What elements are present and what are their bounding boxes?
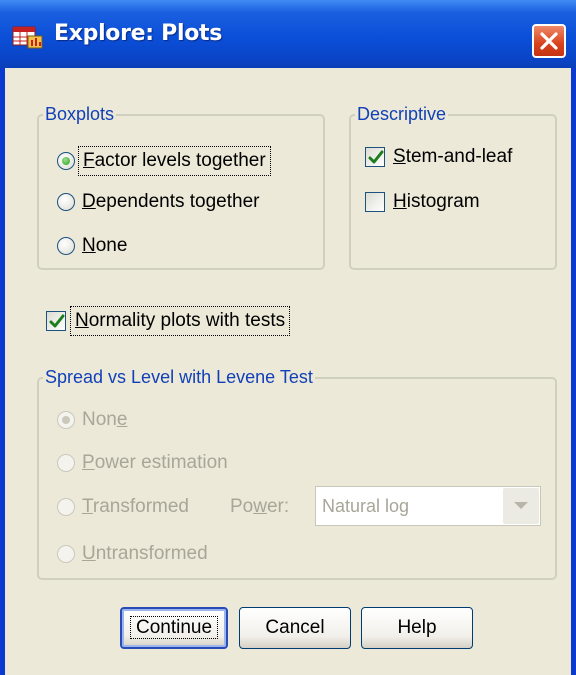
radio-transformed[interactable]: Transformed <box>57 496 189 518</box>
checkbox-label: Histogram <box>393 191 480 212</box>
power-label: Power: <box>230 496 290 517</box>
radio-label: Transformed <box>82 496 190 517</box>
checkbox-checked-icon[interactable] <box>46 311 66 331</box>
radio-spread-none[interactable]: None <box>57 409 127 431</box>
power-dropdown[interactable]: Natural log <box>315 486 541 526</box>
radio-icon[interactable] <box>57 193 75 211</box>
descriptive-group: Descriptive <box>349 104 557 270</box>
radio-selected-icon[interactable] <box>57 411 75 429</box>
power-dropdown-value: Natural log <box>322 496 410 516</box>
radio-power-estimation[interactable]: Power estimation <box>57 452 228 474</box>
checkbox-normality-plots[interactable]: Normality plots with tests <box>46 306 291 336</box>
checkbox-label: Stem-and-leaf <box>393 146 513 167</box>
radio-icon[interactable] <box>57 237 75 255</box>
radio-label: None <box>82 409 128 430</box>
radio-label: Dependents together <box>82 191 260 212</box>
dialog-body: Boxplots Factor levels together Dependen… <box>5 68 571 675</box>
descriptive-legend: Descriptive <box>357 104 447 124</box>
checkbox-icon[interactable] <box>365 192 385 212</box>
checkbox-stem-and-leaf[interactable]: Stem-and-leaf <box>365 146 512 168</box>
cancel-button[interactable]: Cancel <box>239 607 351 649</box>
continue-button[interactable]: Continue <box>120 607 228 649</box>
boxplots-legend: Boxplots <box>45 104 115 124</box>
radio-label: None <box>82 235 128 256</box>
radio-label: Factor levels together <box>78 146 271 176</box>
spread-vs-level-legend: Spread vs Level with Levene Test <box>45 367 313 387</box>
title-bar[interactable]: Explore: Plots <box>0 0 576 68</box>
radio-untransformed[interactable]: Untransformed <box>57 543 208 565</box>
radio-factor-levels-together[interactable]: Factor levels together <box>57 146 271 176</box>
chevron-down-icon <box>514 502 528 509</box>
checkbox-histogram[interactable]: Histogram <box>365 191 480 213</box>
radio-selected-icon[interactable] <box>57 152 75 170</box>
close-icon <box>540 32 558 50</box>
close-button[interactable] <box>532 24 566 58</box>
window-title: Explore: Plots <box>54 21 223 46</box>
checkbox-checked-icon[interactable] <box>365 147 385 167</box>
checkbox-label: Normality plots with tests <box>70 306 291 336</box>
help-button[interactable]: Help <box>361 607 473 649</box>
dialog-window: Explore: Plots Boxplots Factor levels to… <box>0 0 576 675</box>
radio-boxplots-none[interactable]: None <box>57 235 127 257</box>
dropdown-button[interactable] <box>503 488 539 524</box>
radio-label: Untransformed <box>82 543 208 564</box>
radio-icon[interactable] <box>57 545 75 563</box>
radio-label: Power estimation <box>82 452 228 473</box>
radio-icon[interactable] <box>57 454 75 472</box>
radio-icon[interactable] <box>57 498 75 516</box>
radio-dependents-together[interactable]: Dependents together <box>57 191 259 213</box>
spss-app-icon <box>12 26 43 49</box>
